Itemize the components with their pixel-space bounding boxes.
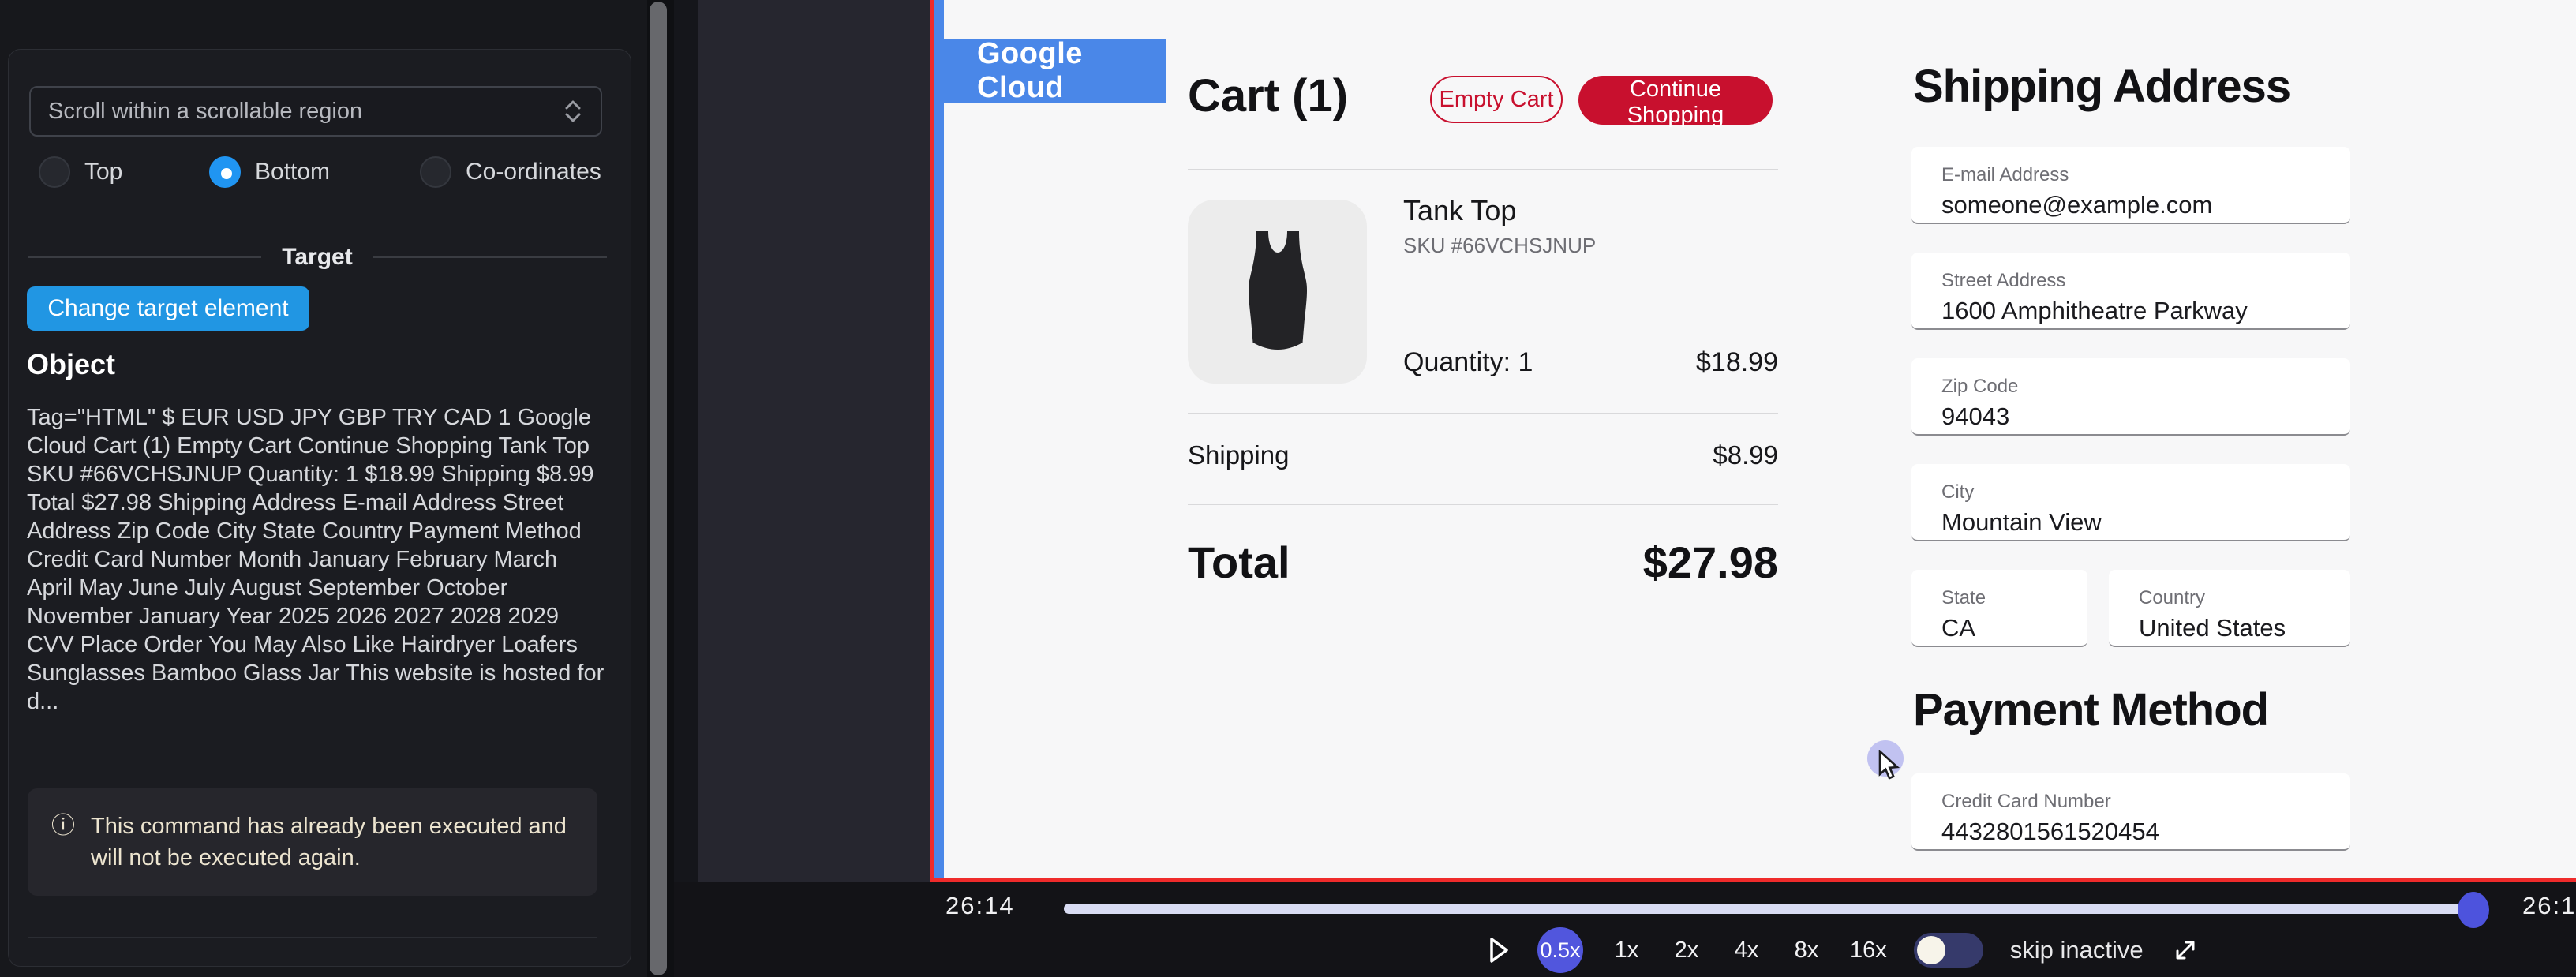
radio-bottom[interactable]: Bottom <box>209 156 330 188</box>
mouse-cursor-icon <box>1878 750 1905 781</box>
target-section-label: Target <box>282 244 352 271</box>
state-field[interactable]: State CA <box>1911 570 2087 647</box>
select-chevron-icon <box>563 99 583 123</box>
speed-8x[interactable]: 8x <box>1790 938 1823 964</box>
cart-divider-2 <box>1188 413 1778 414</box>
speed-4x[interactable]: 4x <box>1730 938 1763 964</box>
object-text: Tag="HTML" $ EUR USD JPY GBP TRY CAD 1 G… <box>27 403 606 716</box>
product-name: Tank Top <box>1403 194 1516 227</box>
cart-title: Cart (1) <box>1188 69 1348 122</box>
site-logo[interactable]: Google Cloud <box>944 39 1166 103</box>
city-field-label: City <box>1941 481 1974 503</box>
pane-gap <box>674 0 698 882</box>
element-highlight-strip <box>934 0 944 878</box>
radio-bottom-label: Bottom <box>255 159 330 185</box>
product-sku: SKU #66VCHSJNUP <box>1403 234 1596 258</box>
payment-method-title: Payment Method <box>1913 683 2268 736</box>
product-quantity: Quantity: 1 <box>1403 347 1533 378</box>
shipping-address-title: Shipping Address <box>1913 60 2290 113</box>
action-select[interactable]: Scroll within a scrollable region <box>29 86 602 137</box>
action-select-value: Scroll within a scrollable region <box>48 99 362 125</box>
app-root: Scroll within a scrollable region Top Bo… <box>0 0 2576 977</box>
info-message-text: This command has already been executed a… <box>91 810 574 874</box>
object-heading: Object <box>27 348 115 381</box>
cart-divider-1 <box>1188 169 1778 170</box>
speed-0-5x[interactable]: 0.5x <box>1537 927 1583 973</box>
country-field-label: Country <box>2139 587 2205 609</box>
product-price: $18.99 <box>1620 347 1778 378</box>
timeline-slider[interactable] <box>1064 904 2486 914</box>
info-message-box: ⓘ This command has already been executed… <box>28 788 597 896</box>
target-section-divider: Target <box>28 244 607 271</box>
email-field-label: E-mail Address <box>1941 164 2069 186</box>
credit-card-field[interactable]: Credit Card Number 4432801561520454 <box>1911 773 2350 851</box>
zip-field-value: 94043 <box>1941 402 2009 431</box>
city-field-value: Mountain View <box>1941 508 2102 537</box>
credit-card-field-label: Credit Card Number <box>1941 791 2111 813</box>
sidebar-scrollbar-thumb[interactable] <box>650 2 667 975</box>
playback-controls: 0.5x 1x 2x 4x 8x 16x skip inactive <box>1487 926 2200 974</box>
cart-divider-3 <box>1188 504 1778 505</box>
info-icon: ⓘ <box>51 810 75 874</box>
city-field[interactable]: City Mountain View <box>1911 464 2350 541</box>
total-label: Total <box>1188 537 1290 588</box>
zip-field-label: Zip Code <box>1941 376 2018 398</box>
panel-divider <box>28 937 597 938</box>
speed-16x[interactable]: 16x <box>1850 938 1887 964</box>
scroll-position-radios: Top Bottom Co-ordinates <box>29 156 613 194</box>
empty-cart-button[interactable]: Empty Cart <box>1430 76 1563 123</box>
radio-top[interactable]: Top <box>39 156 122 188</box>
current-time: 26:14 <box>945 892 1015 920</box>
radio-coordinates[interactable]: Co-ordinates <box>420 156 601 188</box>
zip-field[interactable]: Zip Code 94043 <box>1911 358 2350 436</box>
command-panel: Scroll within a scrollable region Top Bo… <box>8 49 631 967</box>
email-field[interactable]: E-mail Address someone@example.com <box>1911 147 2350 224</box>
sidebar: Scroll within a scrollable region Top Bo… <box>0 0 647 977</box>
radio-top-label: Top <box>84 159 122 185</box>
speed-1x[interactable]: 1x <box>1610 938 1643 964</box>
timeline-thumb[interactable] <box>2458 892 2489 928</box>
radio-coordinates-circle <box>420 156 451 188</box>
radio-top-circle <box>39 156 70 188</box>
country-field-value: United States <box>2139 614 2286 642</box>
total-price: $27.98 <box>1541 537 1778 588</box>
end-time: 26:15 <box>2522 892 2576 920</box>
tank-top-image <box>1219 226 1337 357</box>
skip-inactive-label: skip inactive <box>2010 936 2144 964</box>
state-field-value: CA <box>1941 614 1975 642</box>
play-button[interactable] <box>1487 936 1511 964</box>
fullscreen-icon[interactable] <box>2170 935 2200 965</box>
sidebar-scrollbar[interactable] <box>647 0 674 977</box>
radio-bottom-circle <box>209 156 241 188</box>
product-image[interactable] <box>1188 200 1367 384</box>
credit-card-field-value: 4432801561520454 <box>1941 818 2159 846</box>
radio-coordinates-label: Co-ordinates <box>466 159 601 185</box>
email-field-value: someone@example.com <box>1941 191 2212 219</box>
skip-inactive-toggle[interactable] <box>1914 933 1983 968</box>
player-controls-bar: 26:14 26:15 0.5x 1x 2x 4x 8x 16x skip in… <box>674 882 2576 977</box>
state-field-label: State <box>1941 587 1986 609</box>
street-field-label: Street Address <box>1941 270 2065 292</box>
replay-page: Google Cloud Cart (1) Empty Cart Continu… <box>934 0 2576 878</box>
shipping-label: Shipping <box>1188 440 1289 470</box>
continue-shopping-button[interactable]: Continue Shopping <box>1578 76 1773 125</box>
street-field-value: 1600 Amphitheatre Parkway <box>1941 297 2248 325</box>
shipping-price: $8.99 <box>1620 440 1778 470</box>
toggle-knob <box>1917 936 1945 964</box>
country-field[interactable]: Country United States <box>2109 570 2350 647</box>
change-target-button[interactable]: Change target element <box>27 286 309 331</box>
street-field[interactable]: Street Address 1600 Amphitheatre Parkway <box>1911 253 2350 330</box>
speed-2x[interactable]: 2x <box>1670 938 1703 964</box>
